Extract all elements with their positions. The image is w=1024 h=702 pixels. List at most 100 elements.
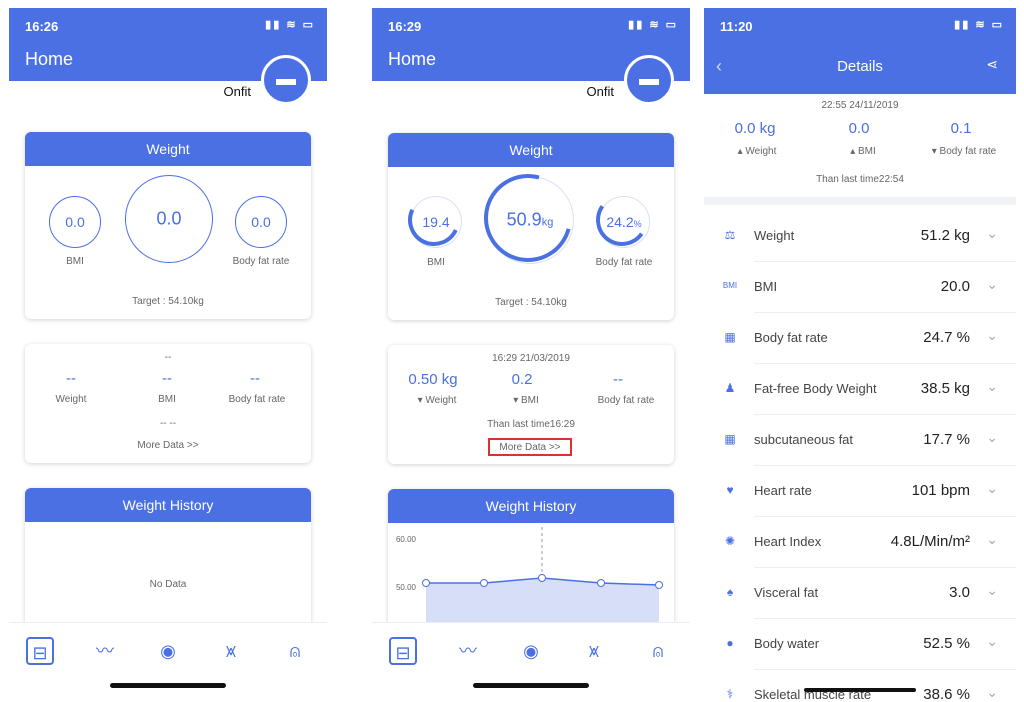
scale-avatar-button[interactable]: ▬ [261, 55, 311, 105]
summary-bmi-label: ▴ BMI [850, 146, 876, 157]
summary-bmi-value: 0.0 [848, 120, 870, 137]
tab-chart-icon[interactable]: 〰 [454, 637, 482, 665]
scale-icon: ⚖ [724, 228, 736, 242]
chevron-down-icon[interactable]: ⌄ [986, 429, 998, 446]
detail-label: Body fat rate [754, 330, 828, 345]
more-data-link[interactable]: More Data >> [488, 438, 572, 456]
chevron-down-icon[interactable]: ⌄ [986, 633, 998, 650]
detail-value: 51.2 kg [920, 227, 970, 244]
detail-row[interactable]: ♠ Visceral fat 3.0 ⌄ [704, 568, 1016, 619]
weight-label: Weight [55, 394, 87, 405]
bmi-change: -- [162, 370, 172, 387]
bmi-label-text: BMI [521, 395, 539, 406]
tab-bar: ⊟ 〰 ◉ ⩙ ⍝ [9, 622, 327, 700]
tab-scale-icon[interactable]: ⊟ [389, 637, 417, 665]
fat-grid-icon: ▦ [724, 330, 736, 344]
detail-row[interactable]: ✺ Heart Index 4.8L/Min/m² ⌄ [704, 517, 1016, 568]
detail-label: Body water [754, 636, 820, 651]
bmi-gauge: 19.4 [400, 186, 468, 254]
lungs-icon: ♠ [726, 585, 734, 599]
home-indicator [110, 683, 226, 688]
tab-center-icon[interactable]: ◉ [154, 637, 182, 665]
scale-icon: ▬ [276, 68, 296, 90]
tab-chart-icon[interactable]: 〰 [91, 637, 119, 665]
status-time: 11:20 [720, 19, 753, 34]
detail-row[interactable]: BMI BMI 20.0 ⌄ [704, 262, 1016, 313]
tab-scale-icon[interactable]: ⊟ [26, 637, 54, 665]
summary-bmi-label-text: BMI [858, 146, 876, 157]
weight-number: 50.9 [506, 209, 542, 230]
detail-row[interactable]: ▦ subcutaneous fat 17.7 % ⌄ [704, 415, 1016, 466]
detail-value: 4.8L/Min/m² [890, 533, 970, 550]
tab-center-icon[interactable]: ◉ [517, 637, 545, 665]
weight-card-title: Weight [25, 132, 311, 166]
more-data-link[interactable]: More Data >> [25, 440, 311, 451]
detail-label: Weight [754, 228, 795, 243]
tab-profile-icon[interactable]: ⍝ [644, 637, 672, 665]
divider [704, 197, 1016, 205]
summary-weight-value: 0.0 kg [734, 120, 776, 137]
data-card: 16:29 21/03/2019 0.50 kg 0.2 -- ▾ Weight… [388, 345, 674, 464]
chevron-down-icon[interactable]: ⌄ [986, 276, 998, 293]
summary-weight-label-text: Weight [745, 146, 777, 157]
fat-change: -- [250, 370, 260, 387]
chevron-down-icon[interactable]: ⌄ [986, 327, 998, 344]
weight-change: 0.50 kg [408, 371, 458, 388]
compare-text: -- -- [159, 418, 177, 429]
scale-avatar-button[interactable]: ▬ [624, 55, 674, 105]
detail-row[interactable]: ⚖ Weight 51.2 kg ⌄ [704, 211, 1016, 262]
detail-row[interactable]: ● Body water 52.5 % ⌄ [704, 619, 1016, 670]
screen-home-data: 16:29 ▮▮ ≋ ▭ Home ▬ Onfit Weight 19.4 50… [372, 8, 690, 700]
detail-value: 38.6 % [923, 686, 970, 700]
detail-row[interactable]: ♟ Fat-free Body Weight 38.5 kg ⌄ [704, 364, 1016, 415]
detail-value: 20.0 [940, 278, 970, 295]
weight-label-text: Weight [425, 395, 457, 406]
person-icon: ♟ [724, 381, 736, 395]
detail-value: 38.5 kg [920, 380, 970, 397]
share-icon[interactable]: ⋖ [986, 56, 998, 73]
page-title: Home [388, 49, 437, 69]
target-text: Target : 54.10kg [495, 297, 567, 308]
detail-row[interactable]: ▦ Body fat rate 24.7 % ⌄ [704, 313, 1016, 364]
fat-number: 24.2 [606, 214, 634, 230]
weight-change: -- [66, 370, 76, 387]
page-title: Details [837, 58, 883, 75]
tab-body-icon[interactable]: ⩙ [217, 637, 245, 665]
bmi-label: BMI [158, 394, 176, 405]
bmi-gauge: 0.0 [49, 196, 101, 248]
weight-card: Weight 19.4 50.9kg 24.2% BMI Body fat ra… [388, 133, 674, 320]
fat-gauge: 24.2% [591, 189, 653, 251]
bmi-label: BMI [427, 257, 445, 268]
chevron-down-icon[interactable]: ⌄ [986, 684, 998, 700]
status-bar: 16:26 ▮▮ ≋ ▭ [9, 8, 327, 44]
data-date: 16:29 21/03/2019 [492, 353, 570, 364]
history-title: Weight History [25, 488, 311, 522]
history-point [480, 579, 488, 587]
tab-body-icon[interactable]: ⩙ [580, 637, 608, 665]
summary-fat-label-text: Body fat rate [939, 146, 997, 157]
chevron-down-icon[interactable]: ⌄ [986, 531, 998, 548]
detail-row[interactable]: ⚕ Skeletal muscle rate 38.6 % ⌄ [704, 670, 1016, 700]
app-header: 11:20 ▮▮ ≋ ▭ ‹ Details ⋖ [704, 8, 1016, 94]
bmi-label: ▾ BMI [513, 395, 539, 406]
data-card: -- -- -- -- Weight BMI Body fat rate -- … [25, 344, 311, 463]
status-bar: 16:29 ▮▮ ≋ ▭ [372, 8, 690, 44]
brand-label: Onfit [223, 84, 251, 99]
chevron-down-icon[interactable]: ⌄ [986, 480, 998, 497]
chevron-down-icon[interactable]: ⌄ [986, 582, 998, 599]
chevron-down-icon[interactable]: ⌄ [986, 225, 998, 242]
tab-profile-icon[interactable]: ⍝ [281, 637, 309, 665]
screen-details: 11:20 ▮▮ ≋ ▭ ‹ Details ⋖ 22:55 24/11/201… [704, 8, 1016, 700]
summary-fat-value: 0.1 [950, 120, 972, 137]
bmi-change: 0.2 [511, 371, 533, 388]
chevron-down-icon[interactable]: ⌄ [986, 378, 998, 395]
brand-label: Onfit [586, 84, 614, 99]
fat-label: Body fat rate [232, 256, 290, 267]
detail-row[interactable]: ♥ Heart rate 101 bpm ⌄ [704, 466, 1016, 517]
detail-value: 24.7 % [923, 329, 970, 346]
fat-value: 24.2% [599, 214, 649, 230]
weight-gauge: 0.0 [125, 175, 213, 263]
fat-label: Body fat rate [595, 257, 653, 268]
fat-label: Body fat rate [228, 394, 286, 405]
fat-gauge: 0.0 [235, 196, 287, 248]
